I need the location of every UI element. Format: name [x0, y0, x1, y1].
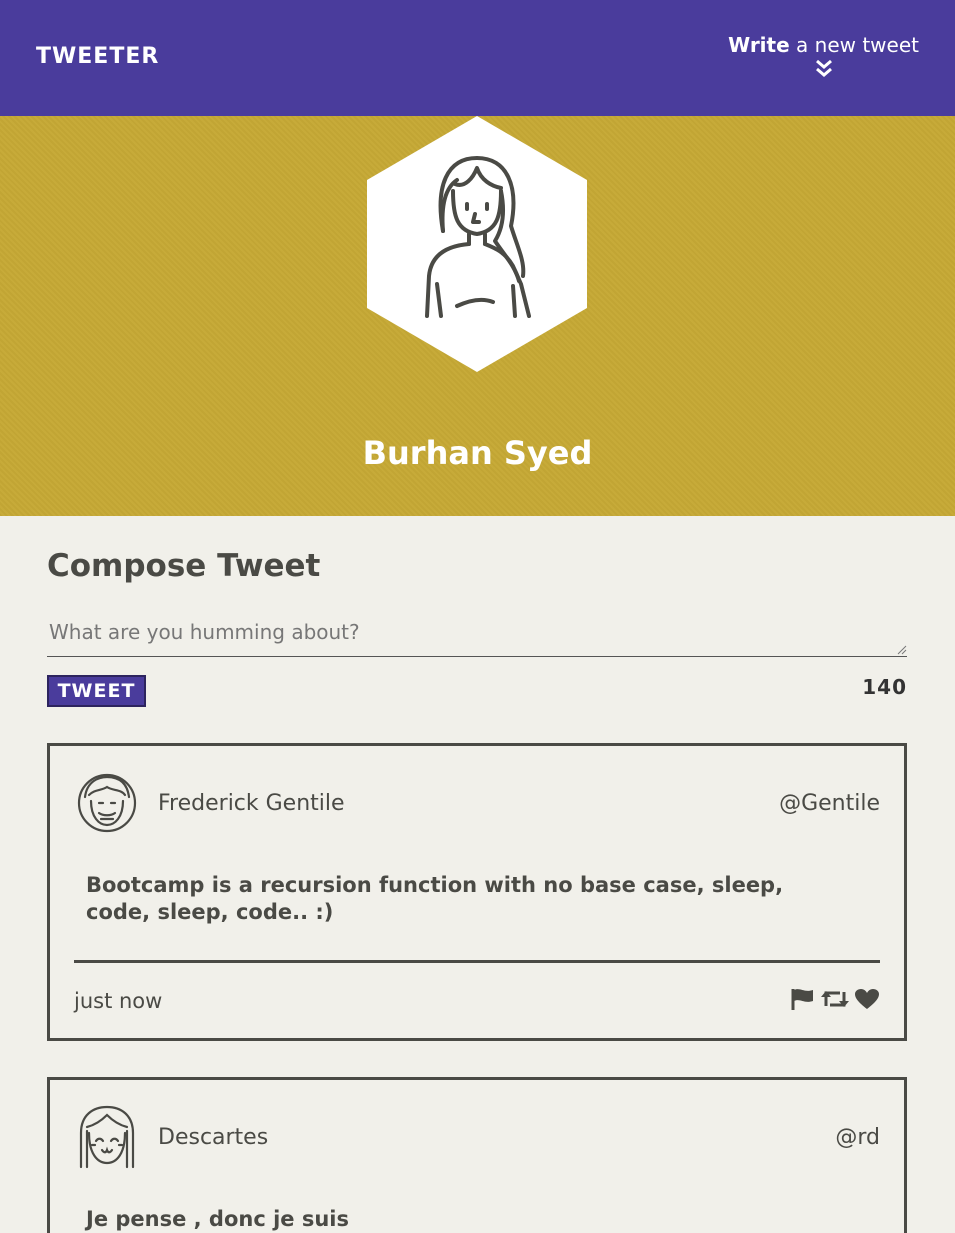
top-nav: TWEETER Write a new tweet: [0, 0, 955, 116]
tweet-submit-button[interactable]: TWEET: [47, 675, 146, 707]
write-label-rest: a new tweet: [789, 33, 919, 57]
heart-icon[interactable]: [854, 988, 880, 1014]
compose-title: Compose Tweet: [47, 548, 321, 584]
write-label-bold: Write: [728, 33, 790, 57]
brand-logo[interactable]: TWEETER: [36, 44, 159, 69]
write-new-tweet-button[interactable]: Write a new tweet: [728, 33, 919, 77]
tweet-author-name[interactable]: Descartes: [158, 1125, 268, 1150]
girl-avatar-icon: [79, 1105, 135, 1169]
tweet-author-handle[interactable]: @Gentile: [779, 791, 880, 816]
tweet-divider: [74, 960, 880, 963]
resize-grip-icon[interactable]: [897, 645, 907, 655]
profile-header: Burhan Syed: [0, 116, 955, 516]
double-chevron-down-icon: [815, 59, 832, 77]
tweet-card: Frederick Gentile @Gentile Bootcamp is a…: [47, 743, 907, 1041]
profile-name: Burhan Syed: [362, 434, 593, 472]
woman-avatar-icon: [367, 116, 587, 372]
tweet-text: Je pense , donc je suis: [86, 1207, 350, 1231]
man-avatar-icon: [77, 773, 137, 833]
char-counter: 140: [862, 675, 907, 699]
tweet-author-handle[interactable]: @rd: [835, 1125, 880, 1150]
tweet-text: Bootcamp is a recursion function with no…: [86, 873, 784, 924]
tweet-timestamp: just now: [74, 989, 163, 1013]
tweet-actions: [790, 987, 880, 1015]
tweet-input[interactable]: [47, 614, 907, 657]
tweet-author-name[interactable]: Frederick Gentile: [158, 791, 345, 816]
flag-icon[interactable]: [790, 987, 816, 1015]
retweet-icon[interactable]: [820, 988, 850, 1014]
tweet-card: Descartes @rd Je pense , donc je suis: [47, 1077, 907, 1233]
